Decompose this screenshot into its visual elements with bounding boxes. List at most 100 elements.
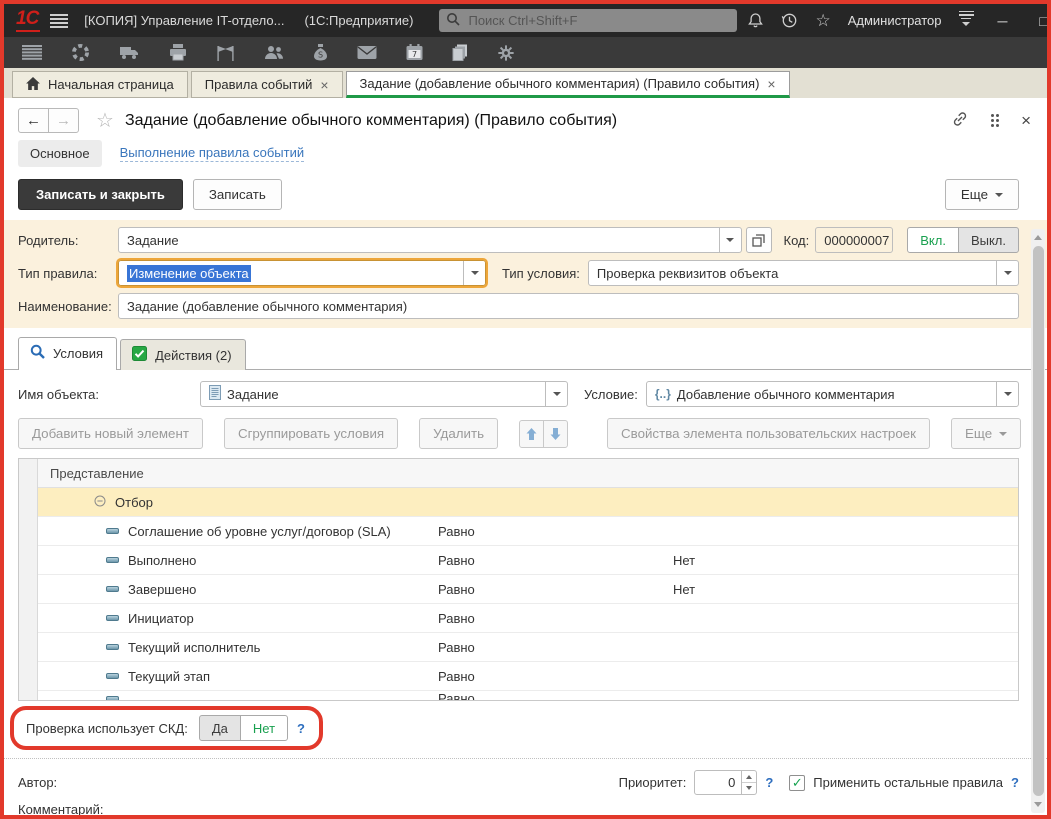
nav-link-rule-execution[interactable]: Выполнение правила событий: [120, 145, 305, 162]
notifications-bell-icon[interactable]: [747, 12, 764, 29]
help-icon[interactable]: ?: [1011, 775, 1019, 790]
calendar-icon[interactable]: 7: [406, 44, 423, 61]
save-button[interactable]: Записать: [193, 179, 282, 210]
finish-flags-icon[interactable]: [216, 45, 235, 61]
money-bag-icon[interactable]: S: [313, 44, 328, 61]
add-element-button[interactable]: Добавить новый элемент: [18, 418, 203, 449]
table-row[interactable]: Инициатор Равно: [38, 604, 1018, 633]
spin-up-icon[interactable]: [742, 771, 756, 783]
search-input[interactable]: [466, 12, 730, 29]
back-button[interactable]: ←: [18, 108, 49, 133]
chevron-down-icon[interactable]: [719, 228, 741, 252]
condition-label: Условие:: [584, 387, 638, 402]
filter-item-icon: [106, 586, 119, 592]
tab-home[interactable]: Начальная страница: [12, 71, 188, 98]
move-up-icon[interactable]: [519, 420, 544, 448]
filter-group-row[interactable]: Отбор: [38, 488, 1018, 517]
tab-conditions[interactable]: Условия: [18, 337, 117, 370]
global-search[interactable]: [439, 9, 737, 32]
condition-combo[interactable]: {..} Добавление обычного комментария: [646, 381, 1019, 407]
favorite-star-icon[interactable]: ☆: [96, 108, 114, 133]
table-row[interactable]: Соглашение об уровне услуг/договор (SLA)…: [38, 517, 1018, 546]
open-parent-icon[interactable]: [746, 227, 772, 253]
table-row-clipped[interactable]: Равно: [38, 691, 1018, 700]
table-row[interactable]: Выполнено Равно Нет: [38, 546, 1018, 575]
priority-input[interactable]: 0: [694, 770, 742, 795]
table-row-selector-gutter: [19, 459, 38, 700]
chevron-down-icon[interactable]: [996, 261, 1018, 285]
tab-actions[interactable]: Действия (2): [120, 339, 245, 370]
conditions-more-button[interactable]: Еще: [951, 418, 1021, 449]
chevron-down-icon[interactable]: [545, 382, 567, 406]
forward-button[interactable]: →: [48, 108, 79, 133]
object-name-combo[interactable]: Задание: [200, 381, 568, 407]
service-menu-icon[interactable]: [959, 11, 974, 31]
maximize-button[interactable]: □: [1032, 13, 1051, 29]
table-row[interactable]: Текущий этап Равно: [38, 662, 1018, 691]
chevron-down-icon[interactable]: [463, 261, 485, 285]
scroll-up-icon[interactable]: [1031, 230, 1045, 244]
comment-label: Комментарий:: [18, 802, 1019, 815]
close-icon[interactable]: ×: [320, 78, 328, 92]
enable-off-button[interactable]: Выкл.: [958, 227, 1019, 253]
chevron-down-icon[interactable]: [996, 382, 1018, 406]
priority-stepper[interactable]: 0: [694, 770, 757, 795]
form-header: ← → ☆ Задание (добавление обычного комме…: [4, 98, 1047, 138]
apply-other-rules-checkbox[interactable]: ✓: [789, 775, 805, 791]
close-form-icon[interactable]: ×: [1021, 112, 1031, 129]
more-button[interactable]: Еще: [945, 179, 1019, 210]
tab-task-event-rule[interactable]: Задание (добавление обычного комментария…: [346, 71, 790, 98]
desktop-icon[interactable]: [71, 43, 90, 62]
enable-toggle: Вкл. Выкл.: [907, 227, 1019, 253]
condition-type-combo[interactable]: Проверка реквизитов объекта: [588, 260, 1019, 286]
name-field[interactable]: Задание (добавление обычного комментария…: [118, 293, 1019, 319]
rule-type-combo[interactable]: Изменение объекта: [118, 260, 486, 286]
tab-event-rules[interactable]: Правила событий ×: [191, 71, 343, 98]
settings-gear-icon[interactable]: [497, 44, 515, 62]
home-icon: [26, 77, 40, 93]
documents-icon[interactable]: [452, 44, 468, 61]
enable-on-button[interactable]: Вкл.: [907, 227, 959, 253]
help-icon[interactable]: ?: [297, 721, 305, 736]
column-header-representation[interactable]: Представление: [38, 459, 1018, 488]
scrollbar-thumb[interactable]: [1033, 246, 1044, 796]
get-link-icon[interactable]: [951, 110, 969, 131]
parent-combo[interactable]: Задание: [118, 227, 742, 253]
skd-yes-button[interactable]: Да: [199, 715, 241, 741]
table-row[interactable]: Завершено Равно Нет: [38, 575, 1018, 604]
vertical-scrollbar[interactable]: [1031, 229, 1045, 813]
spin-down-icon[interactable]: [742, 783, 756, 794]
current-user[interactable]: Администратор: [848, 13, 942, 28]
users-icon[interactable]: [264, 45, 284, 61]
event-rule-form: ← → ☆ Задание (добавление обычного комме…: [4, 98, 1047, 815]
table-row[interactable]: Текущий исполнитель Равно: [38, 633, 1018, 662]
sections-toolbar: S 7: [4, 37, 1047, 68]
printer-icon[interactable]: [169, 44, 187, 61]
filter-item-icon: [106, 528, 119, 534]
parent-label: Родитель:: [18, 233, 118, 248]
nav-item-basic[interactable]: Основное: [18, 140, 102, 167]
tab-label: Правила событий: [205, 77, 313, 92]
truck-icon[interactable]: [119, 45, 140, 60]
move-down-icon[interactable]: [543, 420, 568, 448]
form-title: Задание (добавление обычного комментария…: [125, 112, 617, 130]
user-settings-properties-button[interactable]: Свойства элемента пользовательских настр…: [607, 418, 930, 449]
collapse-minus-icon[interactable]: [94, 495, 106, 510]
main-menu-icon[interactable]: [50, 14, 68, 28]
sections-menu-icon[interactable]: [22, 45, 42, 60]
command-bar: Записать и закрыть Записать Еще: [4, 177, 1047, 220]
more-actions-icon[interactable]: [991, 114, 999, 127]
scroll-down-icon[interactable]: [1031, 798, 1045, 812]
minimize-button[interactable]: ─: [991, 13, 1015, 29]
skd-no-button[interactable]: Нет: [240, 715, 288, 741]
group-conditions-button[interactable]: Сгруппировать условия: [224, 418, 398, 449]
help-icon[interactable]: ?: [765, 775, 773, 790]
condition-type-label: Тип условия:: [502, 266, 580, 281]
mail-icon[interactable]: [357, 45, 377, 60]
save-and-close-button[interactable]: Записать и закрыть: [18, 179, 183, 210]
history-icon[interactable]: [781, 12, 798, 29]
favorites-star-icon[interactable]: ☆: [815, 12, 830, 29]
close-icon[interactable]: ×: [767, 77, 775, 91]
window-title-suffix: (1С:Предприятие): [304, 13, 413, 28]
delete-button[interactable]: Удалить: [419, 418, 498, 449]
